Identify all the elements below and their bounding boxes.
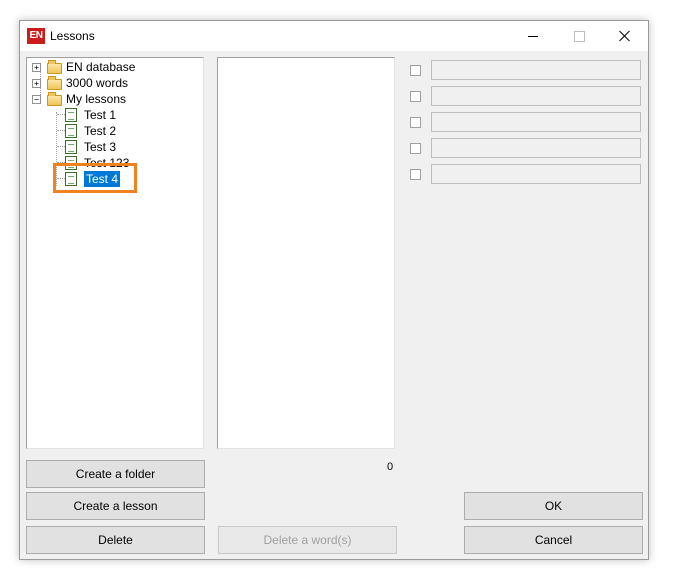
expand-icon[interactable]: + [32,63,41,72]
word-checkbox-3[interactable] [410,117,421,128]
minimize-icon [528,35,538,37]
expand-icon[interactable]: + [32,79,41,88]
word-count: 0 [387,461,394,473]
open-folder-icon [47,92,62,106]
word-checkbox-2[interactable] [410,91,421,102]
folder-icon [47,60,62,74]
word-field-3[interactable] [431,112,641,132]
create-folder-button[interactable]: Create a folder [26,460,205,488]
lesson-icon [65,108,77,122]
tree-connector [57,114,65,115]
delete-button[interactable]: Delete [26,526,205,554]
tree-item-test-2[interactable]: Test 2 [84,123,116,139]
selection-highlight-box [53,163,137,193]
delete-word-button[interactable]: Delete a word(s) [218,526,397,554]
minimize-button[interactable] [510,21,556,51]
word-field-1[interactable] [431,60,641,80]
tree-item-test-1[interactable]: Test 1 [84,107,116,123]
tree-connector [57,130,65,131]
cancel-button[interactable]: Cancel [464,526,643,554]
create-lesson-button[interactable]: Create a lesson [26,492,205,520]
close-button[interactable] [602,21,648,51]
app-logo-icon: EN [27,28,45,44]
word-field-4[interactable] [431,138,641,158]
tree-item-3000-words[interactable]: 3000 words [66,75,128,91]
close-icon [619,30,631,42]
folder-icon [47,76,62,90]
tree-connector [57,146,65,147]
word-checkbox-1[interactable] [410,65,421,76]
lesson-icon [65,140,77,154]
lessons-window: EN Lessons + EN database + 3000 words − … [19,20,649,560]
word-checkbox-4[interactable] [410,143,421,154]
ok-button[interactable]: OK [464,492,643,520]
word-list[interactable] [217,57,395,449]
maximize-icon [573,30,585,42]
maximize-button[interactable] [556,21,602,51]
word-checkbox-5[interactable] [410,169,421,180]
collapse-icon[interactable]: − [32,95,41,104]
word-field-5[interactable] [431,164,641,184]
tree-item-my-lessons[interactable]: My lessons [66,91,126,107]
lesson-tree[interactable]: + EN database + 3000 words − My lessons … [26,57,204,449]
title-bar[interactable]: EN Lessons [20,21,648,51]
word-field-2[interactable] [431,86,641,106]
window-title: Lessons [50,29,95,43]
tree-item-en-database[interactable]: EN database [66,59,135,75]
tree-item-test-3[interactable]: Test 3 [84,139,116,155]
lesson-icon [65,124,77,138]
